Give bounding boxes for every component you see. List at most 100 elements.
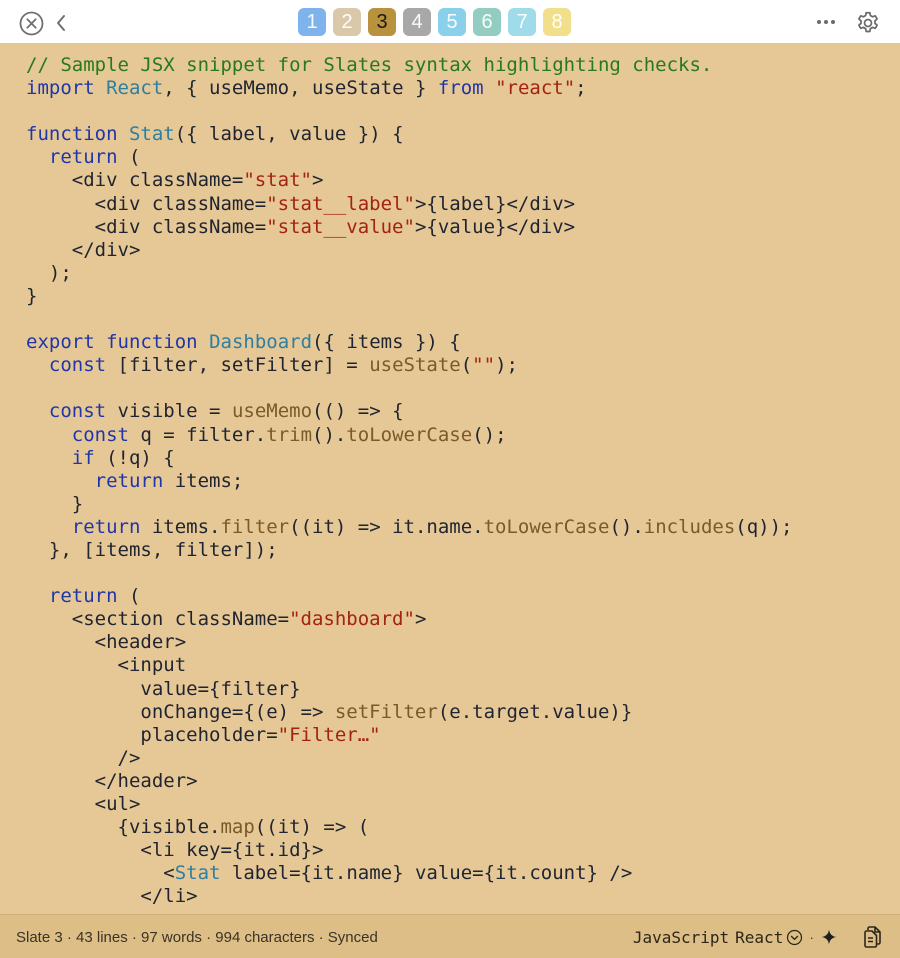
code-token: items. xyxy=(140,515,221,538)
tab-slate-6[interactable]: 6 xyxy=(473,8,501,36)
code-line: value={filter} xyxy=(26,678,886,701)
code-line: }, [items, filter]); xyxy=(26,539,886,562)
code-token: <input xyxy=(26,654,187,677)
code-token: useMemo xyxy=(231,400,313,423)
code-line: ); xyxy=(26,262,886,285)
code-token: <div className= xyxy=(26,169,244,192)
slate-tabs: 12345678 xyxy=(298,8,571,36)
language-selector[interactable]: JavaScript xyxy=(633,928,729,947)
code-token: <ul> xyxy=(26,793,141,815)
code-token: ( xyxy=(460,354,473,377)
code-token: Stat xyxy=(128,123,175,146)
code-token: <section className= xyxy=(26,608,290,631)
gear-icon[interactable] xyxy=(854,9,882,37)
code-token: "Filter…" xyxy=(277,723,381,746)
code-token: return xyxy=(48,146,118,169)
tab-slate-5[interactable]: 5 xyxy=(438,8,466,36)
chevron-down-circle-icon xyxy=(786,929,803,946)
code-line: </div> xyxy=(26,239,886,262)
code-token: toLowerCase xyxy=(346,423,473,446)
code-token: toLowerCase xyxy=(483,515,610,538)
code-token: return xyxy=(71,515,141,538)
code-line: <div className="stat__label">{label}</di… xyxy=(26,193,886,216)
code-token: (). xyxy=(312,423,347,446)
tab-slate-8[interactable]: 8 xyxy=(543,8,571,36)
code-token: </li> xyxy=(26,885,198,908)
more-options-icon[interactable] xyxy=(812,12,840,32)
separator: · xyxy=(809,929,814,945)
status-bar: Slate 3 · 43 lines · 97 words · 994 char… xyxy=(0,914,900,958)
code-token: onChange={(e) => xyxy=(26,700,335,723)
tab-slate-3[interactable]: 3 xyxy=(368,8,396,36)
document-stats: Slate 3 · 43 lines · 97 words · 994 char… xyxy=(16,929,378,946)
code-token: </header> xyxy=(26,769,198,792)
code-line: return items; xyxy=(26,470,886,493)
code-token: [filter, setFilter] = xyxy=(106,354,370,377)
code-token: "" xyxy=(472,354,496,377)
sparkle-icon[interactable] xyxy=(820,928,838,946)
code-line: function Stat({ label, value }) { xyxy=(26,123,886,146)
code-content[interactable]: // Sample JSX snippet for Slates syntax … xyxy=(26,54,886,908)
code-token: (); xyxy=(472,423,507,446)
tab-slate-1[interactable]: 1 xyxy=(298,8,326,36)
code-line: <div className="stat__value">{value}</di… xyxy=(26,216,886,239)
code-line: if (!q) { xyxy=(26,447,886,470)
code-token: q = filter. xyxy=(128,423,267,446)
code-token: "stat__label" xyxy=(266,192,415,215)
tab-slate-2[interactable]: 2 xyxy=(333,8,361,36)
code-token: "dashboard" xyxy=(289,608,415,631)
code-line: const q = filter.trim().toLowerCase(); xyxy=(26,424,886,447)
code-token: map xyxy=(220,816,255,839)
tab-slate-4[interactable]: 4 xyxy=(403,8,431,36)
code-editor[interactable]: // Sample JSX snippet for Slates syntax … xyxy=(26,54,886,910)
code-token: <div className= xyxy=(26,215,267,238)
code-token: (q)); xyxy=(735,515,793,538)
code-token: ({ items }) { xyxy=(312,331,461,354)
code-token: (e.target.value)} xyxy=(437,700,633,723)
code-token: >{label}</div> xyxy=(414,192,576,215)
code-token: </div> xyxy=(26,238,141,261)
code-token: {visible. xyxy=(26,816,221,839)
code-line: onChange={(e) => setFilter(e.target.valu… xyxy=(26,701,886,724)
code-token: "react" xyxy=(495,77,576,100)
code-line: <li key={it.id}> xyxy=(26,839,886,862)
code-line: return ( xyxy=(26,585,886,608)
back-chevron-icon[interactable] xyxy=(52,12,70,34)
code-line: {visible.map((it) => ( xyxy=(26,816,886,839)
code-token: function xyxy=(26,123,118,146)
code-token: (!q) { xyxy=(94,446,175,469)
code-token: filter xyxy=(220,515,290,538)
dialect-selector[interactable]: React xyxy=(735,928,803,947)
code-token: includes xyxy=(643,515,736,538)
code-line: <section className="dashboard"> xyxy=(26,608,886,631)
code-line: <input xyxy=(26,654,886,677)
close-icon[interactable] xyxy=(18,10,44,36)
code-token: items; xyxy=(163,469,244,492)
code-token: useState xyxy=(369,354,461,377)
code-token: "stat__value" xyxy=(266,215,415,238)
code-line: placeholder="Filter…" xyxy=(26,724,886,747)
top-toolbar: 12345678 xyxy=(0,0,900,44)
code-line: } xyxy=(26,285,886,308)
tab-slate-7[interactable]: 7 xyxy=(508,8,536,36)
code-token: } xyxy=(26,284,38,307)
code-token: return xyxy=(94,469,164,492)
code-token: ( xyxy=(117,585,141,608)
code-token: < xyxy=(26,862,175,885)
code-line: const visible = useMemo(() => { xyxy=(26,400,886,423)
code-token: (() => { xyxy=(312,400,404,423)
copy-icon[interactable] xyxy=(862,925,884,949)
code-token: // Sample JSX snippet for Slates syntax … xyxy=(26,54,713,76)
code-token: ({ label, value }) { xyxy=(174,123,404,146)
code-token: ); xyxy=(26,261,72,284)
code-token: return xyxy=(48,585,118,608)
code-line: return items.filter((it) => it.name.toLo… xyxy=(26,516,886,539)
code-token: const xyxy=(48,354,107,377)
